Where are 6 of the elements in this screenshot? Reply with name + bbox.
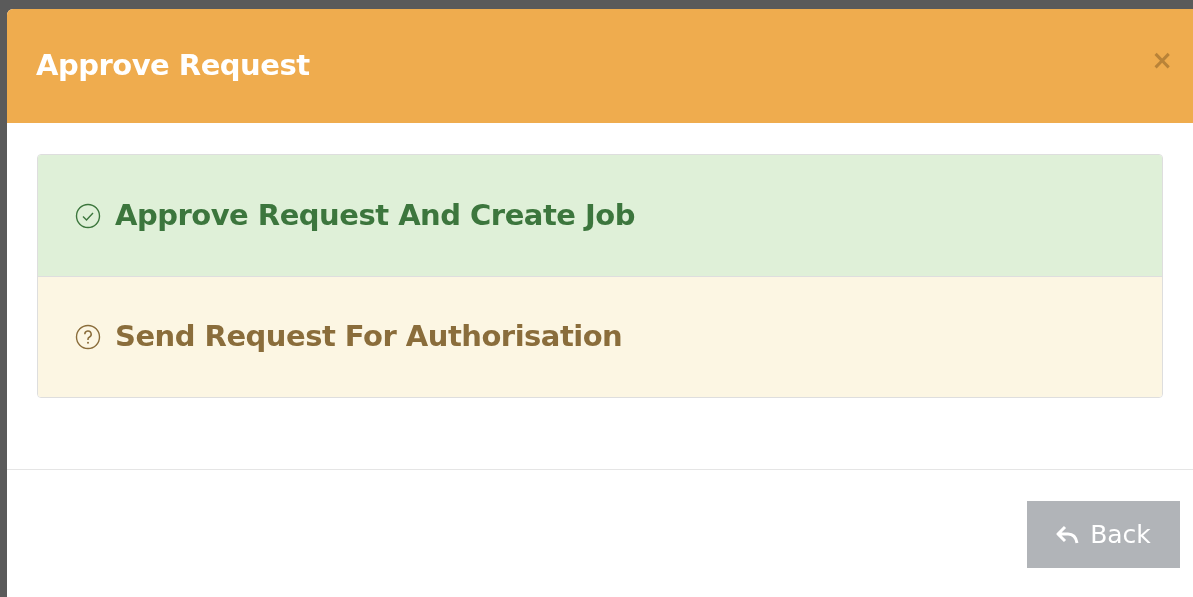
option-item[interactable]: Approve Request And Create Job <box>38 155 1162 276</box>
help-circle-icon <box>75 324 101 350</box>
reply-arrow-icon <box>1056 524 1081 545</box>
dialog-title: Approve Request <box>36 47 310 85</box>
option-item[interactable]: Send Request For Authorisation <box>38 276 1162 397</box>
check-circle-icon <box>75 202 101 229</box>
